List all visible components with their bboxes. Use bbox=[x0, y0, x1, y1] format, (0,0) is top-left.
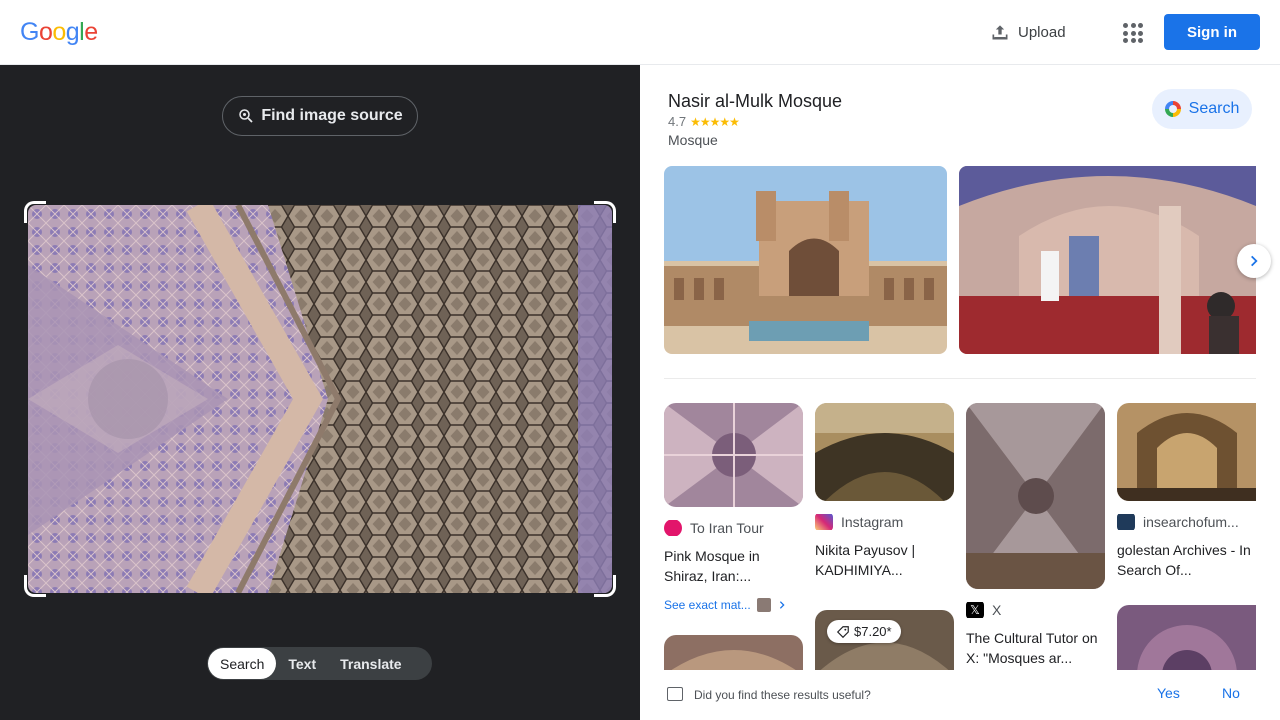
mode-translate-tab[interactable]: Translate bbox=[328, 648, 413, 679]
mode-switcher: Search Text Translate bbox=[207, 647, 432, 680]
result-card[interactable] bbox=[1117, 605, 1256, 675]
result-card[interactable]: $7.20* bbox=[815, 610, 954, 675]
find-image-source-button[interactable]: Find image source bbox=[222, 96, 418, 136]
result-card[interactable]: Instagram Nikita Payusov | KADHIMIYA... bbox=[815, 403, 954, 580]
feedback-no-button[interactable]: No bbox=[1222, 685, 1240, 701]
sign-in-button[interactable]: Sign in bbox=[1164, 14, 1260, 50]
chevron-right-icon bbox=[1251, 255, 1258, 267]
entity-rating: 4.7 ★★★★★ bbox=[668, 114, 740, 129]
result-card[interactable]: insearchofum... golestan Archives - In S… bbox=[1117, 403, 1256, 580]
feedback-question: Did you find these results useful? bbox=[694, 688, 871, 702]
entity-image-courtyard[interactable] bbox=[664, 166, 947, 354]
result-thumbnail[interactable] bbox=[664, 635, 803, 675]
google-g-icon bbox=[1164, 101, 1181, 117]
to-iran-tour-icon bbox=[664, 520, 682, 536]
result-card[interactable]: 𝕏 X The Cultural Tutor on X: "Mosques ar… bbox=[966, 403, 1105, 668]
lens-search-icon bbox=[239, 109, 253, 123]
image-preview-panel: Find image source Search Text Translate bbox=[0, 65, 640, 720]
upload-button[interactable]: Upload bbox=[990, 18, 1066, 46]
entity-title[interactable]: Nasir al-Mulk Mosque bbox=[668, 91, 842, 112]
result-source[interactable]: insearchofum... bbox=[1117, 514, 1256, 530]
logo-letter: o bbox=[38, 18, 53, 46]
feedback-yes-button[interactable]: Yes bbox=[1157, 685, 1180, 701]
result-source[interactable]: Instagram bbox=[815, 514, 954, 530]
instagram-icon bbox=[815, 514, 833, 530]
result-source[interactable]: To Iran Tour bbox=[664, 520, 803, 536]
result-thumbnail[interactable] bbox=[1117, 605, 1256, 675]
result-thumbnail[interactable] bbox=[664, 403, 803, 507]
rating-stars-icon: ★★★★★ bbox=[690, 114, 740, 129]
next-images-button[interactable] bbox=[1237, 244, 1271, 278]
upload-label: Upload bbox=[1018, 23, 1066, 41]
mode-text-tab[interactable]: Text bbox=[276, 648, 328, 679]
mode-search-tab[interactable]: Search bbox=[208, 648, 277, 679]
divider bbox=[664, 378, 1256, 379]
result-source-name: X bbox=[992, 602, 1002, 618]
rating-value: 4.7 bbox=[668, 114, 687, 129]
result-thumbnail[interactable] bbox=[1117, 403, 1256, 501]
google-search-button[interactable]: Search bbox=[1152, 89, 1252, 129]
search-label: Search bbox=[1188, 100, 1240, 117]
result-source-name: To Iran Tour bbox=[690, 520, 764, 536]
entity-type: Mosque bbox=[668, 132, 718, 148]
result-title[interactable]: Nikita Payusov | KADHIMIYA... bbox=[815, 540, 954, 580]
chevron-right-icon bbox=[779, 601, 785, 609]
result-source-name: Instagram bbox=[841, 514, 904, 530]
price-tag-icon bbox=[836, 625, 849, 638]
x-icon: 𝕏 bbox=[966, 602, 984, 618]
logo-letter: o bbox=[52, 18, 66, 46]
logo-letter: g bbox=[65, 18, 80, 46]
result-thumbnail[interactable] bbox=[966, 403, 1105, 589]
result-card[interactable] bbox=[664, 635, 803, 675]
logo-letter: e bbox=[84, 18, 98, 46]
result-source-name: insearchofum... bbox=[1143, 514, 1239, 530]
find-image-source-label: Find image source bbox=[261, 107, 403, 124]
crop-area[interactable] bbox=[24, 201, 616, 597]
price-badge[interactable]: $7.20* bbox=[827, 620, 901, 643]
exact-match-thumb-icon bbox=[756, 598, 771, 612]
result-thumbnail[interactable] bbox=[815, 403, 954, 501]
insearchofum-icon bbox=[1117, 514, 1135, 530]
entity-image-interior[interactable] bbox=[959, 166, 1256, 354]
upload-icon bbox=[992, 25, 1008, 40]
result-card[interactable]: To Iran Tour Pink Mosque in Shiraz, Iran… bbox=[664, 403, 803, 612]
feedback-bar: Did you find these results useful? Yes N… bbox=[640, 670, 1280, 720]
results-panel: Nasir al-Mulk Mosque 4.7 ★★★★★ Mosque Se… bbox=[640, 65, 1280, 720]
result-title[interactable]: Pink Mosque in Shiraz, Iran:... bbox=[664, 546, 803, 586]
query-image bbox=[28, 205, 612, 593]
result-title[interactable]: golestan Archives - In Search Of... bbox=[1117, 540, 1256, 580]
price-value: $7.20* bbox=[854, 624, 892, 639]
header: Google Upload Sign in bbox=[0, 0, 1280, 65]
result-title[interactable]: The Cultural Tutor on X: "Mosques ar... bbox=[966, 628, 1105, 668]
logo-letter: G bbox=[20, 18, 39, 46]
see-exact-matches-link[interactable]: See exact mat... bbox=[664, 598, 803, 612]
apps-grid-icon[interactable] bbox=[1120, 20, 1144, 44]
result-source[interactable]: 𝕏 X bbox=[966, 602, 1105, 618]
exact-matches-label: See exact mat... bbox=[664, 598, 751, 612]
google-logo[interactable]: Google bbox=[20, 18, 98, 47]
feedback-icon bbox=[667, 687, 683, 701]
result-thumbnail[interactable]: $7.20* bbox=[815, 610, 954, 675]
